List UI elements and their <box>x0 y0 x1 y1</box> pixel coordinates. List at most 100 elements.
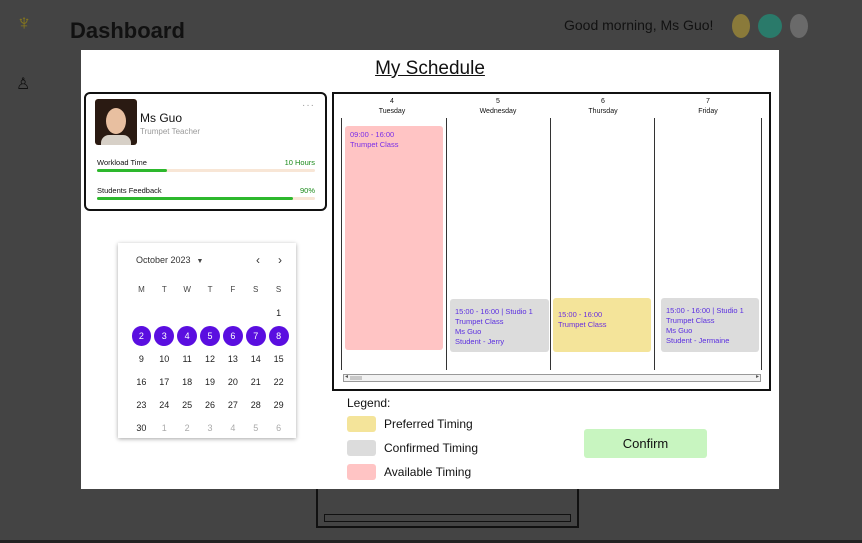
scroll-left-icon[interactable]: ◂ <box>345 373 348 380</box>
day-header-tuesday: 4 Tuesday <box>342 97 442 117</box>
calendar-day[interactable]: 4 <box>221 418 244 438</box>
calendar-day[interactable]: 6 <box>222 325 243 346</box>
calendar-day[interactable]: 10 <box>153 349 176 369</box>
prev-month-button[interactable]: ‹ <box>256 253 260 267</box>
dashboard-title: Dashboard <box>70 18 185 43</box>
calendar-day[interactable]: 1 <box>153 418 176 438</box>
legend-label: Available Timing <box>384 465 472 479</box>
calendar-day[interactable]: 3 <box>199 418 222 438</box>
legend-item-confirmed: Confirmed Timing <box>347 440 478 456</box>
calendar-day[interactable]: 15 <box>267 349 290 369</box>
weekday-label: S <box>253 284 259 294</box>
workload-metric: Workload Time 10 Hours <box>97 158 315 172</box>
day-date: 4 <box>390 98 394 105</box>
day-weekday: Friday <box>698 108 718 115</box>
calendar-day[interactable]: 11 <box>176 349 199 369</box>
confirm-button[interactable]: Confirm <box>584 429 707 458</box>
calendar-day[interactable]: 16 <box>130 372 153 392</box>
calendar-day[interactable]: 1 <box>267 303 290 323</box>
user-icon[interactable]: ♙ <box>16 74 30 94</box>
greeting-text: Good morning, Ms Guo! <box>564 17 714 33</box>
feedback-metric: Students Feedback 90% <box>97 186 315 200</box>
event-teacher: Ms Guo <box>666 326 693 335</box>
date-picker: October 2023 ▼ ‹ › M T W T F S S 1 2 3 4 5 6 7 8 9 10 11 12… <box>118 243 296 438</box>
calendar-day[interactable]: 20 <box>221 372 244 392</box>
calendar-day[interactable]: 22 <box>267 372 290 392</box>
schedule-modal: My Schedule Ms Guo Trumpet Teacher ··· W… <box>81 50 779 489</box>
calendar-day[interactable]: 18 <box>176 372 199 392</box>
event-preferred-thursday[interactable]: 15:00 - 16:00 Trumpet Class <box>553 298 651 352</box>
more-options-icon[interactable]: ··· <box>302 100 315 111</box>
legend-swatch <box>347 440 376 456</box>
avatar-1[interactable] <box>732 14 750 38</box>
calendar-day[interactable]: 2 <box>131 325 152 346</box>
calendar-day[interactable]: 14 <box>244 349 267 369</box>
app-logo-icon: ♆ <box>15 10 33 35</box>
calendar-day[interactable]: 30 <box>130 418 153 438</box>
calendar-empty-cell <box>221 303 244 323</box>
month-label: October 2023 <box>136 255 191 265</box>
calendar-day[interactable]: 24 <box>153 395 176 415</box>
calendar-day[interactable]: 19 <box>199 372 222 392</box>
calendar-day[interactable]: 13 <box>221 349 244 369</box>
calendar-day[interactable]: 29 <box>267 395 290 415</box>
event-time: 15:00 - 16:00 | Studio 1 <box>455 307 533 316</box>
progress-fill <box>97 169 167 172</box>
calendar-day[interactable]: 27 <box>221 395 244 415</box>
legend-swatch <box>347 416 376 432</box>
event-time: 15:00 - 16:00 | Studio 1 <box>666 306 744 315</box>
scroll-right-icon[interactable]: ▸ <box>756 373 759 380</box>
weekday-label: F <box>230 284 236 294</box>
next-month-button[interactable]: › <box>278 253 282 267</box>
calendar-empty-cell <box>199 303 222 323</box>
calendar-day[interactable]: 7 <box>245 325 266 346</box>
column-divider <box>341 118 342 370</box>
event-title: Trumpet Class <box>455 317 504 326</box>
month-selector[interactable]: October 2023 ▼ <box>136 255 203 265</box>
calendar-day[interactable]: 25 <box>176 395 199 415</box>
avatar-2[interactable] <box>758 14 782 38</box>
metric-value: 90% <box>299 186 315 195</box>
progress-track <box>97 197 315 200</box>
event-confirmed-friday[interactable]: 15:00 - 16:00 | Studio 1 Trumpet Class M… <box>661 298 759 352</box>
calendar-day[interactable]: 3 <box>154 325 175 346</box>
day-header-wednesday: 5 Wednesday <box>448 97 548 117</box>
legend-label: Confirmed Timing <box>384 441 479 455</box>
metric-label: Students Feedback <box>97 186 162 195</box>
calendar-day[interactable]: 23 <box>130 395 153 415</box>
event-teacher: Ms Guo <box>455 327 482 336</box>
background-scrollbar <box>324 514 571 522</box>
column-divider <box>446 118 447 370</box>
calendar-day[interactable]: 17 <box>153 372 176 392</box>
calendar-day[interactable]: 12 <box>199 349 222 369</box>
caret-down-icon: ▼ <box>196 258 204 265</box>
calendar-day[interactable]: 9 <box>130 349 153 369</box>
event-time: 09:00 - 16:00 <box>350 130 395 139</box>
column-divider <box>550 118 551 370</box>
teacher-profile-card: Ms Guo Trumpet Teacher ··· Workload Time… <box>84 92 327 211</box>
calendar-day[interactable]: 21 <box>244 372 267 392</box>
calendar-day[interactable]: 28 <box>244 395 267 415</box>
progress-fill <box>97 197 294 200</box>
horizontal-scrollbar[interactable]: ◂ ▸ <box>343 374 761 382</box>
teacher-name: Ms Guo <box>140 111 183 125</box>
calendar-day[interactable]: 5 <box>244 418 267 438</box>
legend-title: Legend: <box>347 396 391 410</box>
legend-swatch <box>347 464 376 480</box>
legend-item-preferred: Preferred Timing <box>347 416 473 432</box>
event-confirmed-wednesday[interactable]: 15:00 - 16:00 | Studio 1 Trumpet Class M… <box>450 299 549 352</box>
calendar-day[interactable]: 5 <box>200 325 220 346</box>
legend-item-available: Available Timing <box>347 464 471 480</box>
teacher-role: Trumpet Teacher <box>140 127 201 136</box>
avatar-3[interactable] <box>790 14 808 38</box>
calendar-day[interactable]: 26 <box>199 395 222 415</box>
modal-title: My Schedule <box>375 58 485 79</box>
calendar-day[interactable]: 4 <box>177 325 198 346</box>
calendar-day[interactable]: 8 <box>268 325 289 346</box>
calendar-day[interactable]: 6 <box>267 418 290 438</box>
calendar-day[interactable]: 2 <box>176 418 199 438</box>
weekday-label: T <box>161 284 167 294</box>
scroll-thumb[interactable] <box>350 376 362 380</box>
event-available-tuesday[interactable]: 09:00 - 16:00 Trumpet Class <box>345 126 443 350</box>
column-divider <box>654 118 655 370</box>
